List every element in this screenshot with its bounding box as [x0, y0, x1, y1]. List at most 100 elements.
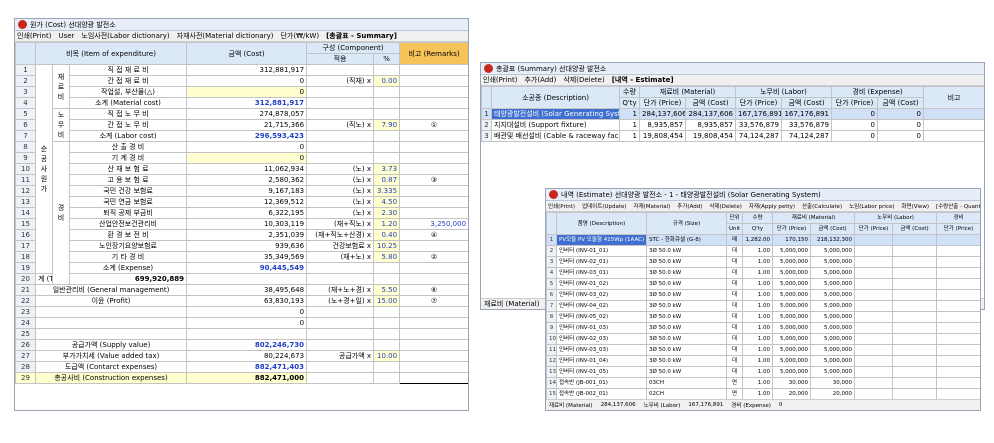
- remarks-cell[interactable]: ⑦: [399, 295, 468, 307]
- percent-input[interactable]: 5.50: [373, 284, 401, 296]
- remarks-cell[interactable]: [399, 163, 468, 175]
- menu-estimate[interactable]: [내역 - Estimate]: [612, 75, 674, 85]
- estimate-row[interactable]: 12 인버터 (INV-01_04) 3Ø 50.0 kW 대 1.00 5,000,00…: [546, 355, 980, 367]
- summary-row[interactable]: 2 지지대설비 (Support fixture) 1 8,935,857 8,935,…: [481, 119, 984, 131]
- remarks-cell[interactable]: ⑥: [399, 284, 468, 296]
- cost-row[interactable]: 15 산업안전보건관리비 10,303,119 (재+직노) x 1.20 3,250,0…: [15, 218, 468, 230]
- cost-row[interactable]: 1순 공 사 원 가재 료 비직 접 재 료 비 312,881,917: [15, 64, 468, 274]
- remarks-cell[interactable]: [373, 273, 401, 285]
- menu-unit-price[interactable]: 단가(₩/kW): [280, 31, 319, 41]
- estimate-row[interactable]: 8 인버터 (INV-05_02) 3Ø 50.0 kW 대 1.00 5,000,000…: [546, 311, 980, 323]
- description[interactable]: 인버터 (INV-05_02): [556, 311, 647, 323]
- percent-input[interactable]: [373, 86, 401, 98]
- remarks-cell[interactable]: [399, 361, 468, 373]
- description[interactable]: 인버터 (INV-03_02): [556, 289, 647, 301]
- cost-row[interactable]: 16 환 경 보 전 비 2,351,039 (재+직노+산경) x 0.40 ④: [15, 229, 468, 241]
- remarks-cell[interactable]: [399, 86, 468, 98]
- cost-row[interactable]: 9 기 계 경 비0: [15, 152, 468, 164]
- percent-input[interactable]: 4.50: [373, 196, 401, 208]
- cost-row[interactable]: 11 고 용 보 험 료 2,580,362 (노) x 0.87 ③: [15, 174, 468, 186]
- percent-input[interactable]: 15.00: [373, 295, 401, 307]
- menu-quantity-calculate[interactable]: [수량산출 - Quantity calculate]: [936, 202, 980, 210]
- percent-input[interactable]: [373, 361, 401, 373]
- summary-row[interactable]: 3배관및 배선설비 (Cable & raceway facilities)11…: [481, 130, 984, 142]
- percent-input[interactable]: 3.335: [373, 185, 401, 197]
- percent-input[interactable]: [373, 130, 401, 142]
- cost-row[interactable]: 22 이윤 (Profit) 63,830,193 (노+경+일) x 15.00 ⑦: [15, 295, 468, 307]
- estimate-row[interactable]: 7 인버터 (INV-04_02) 3Ø 50.0 kW 대 1.00 5,000,000…: [546, 300, 980, 312]
- description[interactable]: 접속반 (JB-004_01): [557, 411, 647, 412]
- percent-input[interactable]: 1.20: [373, 218, 401, 230]
- menu-material-dictionary[interactable]: 자재사전(Material dictionary): [177, 31, 274, 41]
- percent-input[interactable]: [373, 317, 401, 329]
- remarks-cell[interactable]: [399, 262, 468, 274]
- cost-row[interactable]: 4 소계 (Material cost) 312,881,917: [15, 97, 468, 109]
- estimate-row[interactable]: 13 인버터 (INV-01_05) 3Ø 50.0 kW 대 1.00 5,000,00…: [546, 366, 980, 378]
- percent-input[interactable]: 2.30: [373, 207, 401, 219]
- remarks-cell[interactable]: [399, 75, 468, 87]
- remarks-cell[interactable]: ④: [399, 229, 468, 241]
- cost-row[interactable]: 5 노 무 비직 접 노 무 비 274,878,057: [15, 108, 468, 142]
- remarks-cell[interactable]: [399, 328, 468, 340]
- percent-input[interactable]: 0.00: [373, 75, 401, 87]
- remarks-cell[interactable]: ①: [399, 119, 468, 131]
- menu-calculate[interactable]: 산출(Calculate): [802, 202, 842, 210]
- cost-window-titlebar[interactable]: 원가 (Cost) 선대양광 발전소: [15, 19, 468, 31]
- cost-row[interactable]: 17 노인장기요양보험료 939,636 건강보험료 x 10.25: [15, 240, 468, 252]
- description[interactable]: 접속반 (JB-002_01): [556, 388, 647, 400]
- estimate-row[interactable]: 1 PV모듈 PV 모듈형 415Wp (1AAC) STC - 한화큐셀 (G-8…: [546, 234, 980, 246]
- menu-delete[interactable]: 삭제(Delete): [563, 75, 604, 85]
- remarks-cell[interactable]: ②: [399, 251, 468, 263]
- percent-input[interactable]: 0.87: [373, 174, 401, 186]
- percent-input[interactable]: [373, 108, 401, 120]
- remarks-cell[interactable]: [399, 152, 468, 164]
- menu-labor-price[interactable]: 노임(Labor price): [849, 202, 894, 210]
- percent-input[interactable]: 5.80: [373, 251, 401, 263]
- summary-row[interactable]: 1태양광발전설비 (Solar Generating System)1284,1…: [481, 108, 984, 120]
- cost-row[interactable]: 24 0: [15, 317, 468, 329]
- percent-input[interactable]: [373, 372, 401, 384]
- description[interactable]: 인버터 (INV-01_02): [556, 278, 647, 290]
- percent-input[interactable]: [373, 152, 401, 164]
- estimate-row[interactable]: 6 인버터 (INV-03_02) 3Ø 50.0 kW 대 1.00 5,000,000…: [546, 289, 980, 301]
- description[interactable]: 인버터 (INV-02_01): [556, 256, 647, 268]
- percent-input[interactable]: [373, 141, 401, 153]
- description[interactable]: 인버터 (INV-01_04): [556, 355, 647, 367]
- description[interactable]: 인버터 (INV-01_03): [556, 322, 647, 334]
- menu-update[interactable]: 업데이트(Update): [582, 202, 626, 210]
- description[interactable]: 인버터 (INV-03_03): [556, 344, 647, 356]
- remarks-cell[interactable]: [399, 339, 468, 351]
- menu-view[interactable]: 화면(View): [902, 202, 929, 210]
- remarks-cell[interactable]: [399, 130, 468, 142]
- menu-labor-dictionary[interactable]: 노임사전(Labor dictionary): [81, 31, 169, 41]
- cost-row[interactable]: 6 간 접 노 무 비 21,715,366 (직노) x 7.90 ①: [15, 119, 468, 131]
- estimate-row[interactable]: 14 접속반 (JB-001_01) 03CH 면 1.00 30,000 30,000: [546, 377, 980, 389]
- menu-print[interactable]: 인쇄(Print): [548, 202, 575, 210]
- percent-input[interactable]: [373, 306, 401, 318]
- menu-user[interactable]: User: [58, 32, 74, 40]
- menu-print[interactable]: 인쇄(Print): [483, 75, 517, 85]
- description[interactable]: 배관및 배선설비 (Cable & raceway facilities): [491, 130, 620, 142]
- description[interactable]: 인버터 (INV-04_02): [556, 300, 647, 312]
- estimate-row[interactable]: 15 접속반 (JB-002_01) 02CH 면 1.00 20,000 20,000: [546, 388, 980, 400]
- description[interactable]: 인버터 (INV-03_01): [556, 267, 647, 279]
- estimate-row[interactable]: 11 인버터 (INV-03_03) 3Ø 50.0 kW 대 1.00 5,000,00…: [546, 344, 980, 356]
- description[interactable]: 인버터 (INV-01_05): [556, 366, 647, 378]
- cost-row[interactable]: 19 소계 (Expense) 90,445,549: [15, 262, 468, 274]
- cost-row[interactable]: 21 일반관리비 (General management) 38,495,648 (재…: [15, 284, 468, 296]
- remarks-cell[interactable]: [399, 207, 468, 219]
- remarks-cell[interactable]: [399, 350, 468, 362]
- percent-input[interactable]: 3.73: [373, 163, 401, 175]
- cost-row[interactable]: 8 경 비산 출 경 비0: [15, 141, 468, 285]
- cost-row[interactable]: 27 부가가치세 (Value added tax) 80,224,673 공급가액 …: [15, 350, 468, 362]
- estimate-window-titlebar[interactable]: 내역 (Estimate) 선대양광 발전소 - 1 - 태양광발전설비 (So…: [546, 189, 980, 201]
- summary-window-titlebar[interactable]: 총괄표 (Summary) 선대양광 발전소: [481, 63, 984, 75]
- menu-apply-petty[interactable]: 자재(Apply petty): [749, 202, 795, 210]
- remarks-cell[interactable]: [399, 240, 468, 252]
- cost-row[interactable]: 26 공급가액 (Supply value) 802,246,730: [15, 339, 468, 351]
- remarks-cell[interactable]: ③: [399, 174, 468, 186]
- menu-add[interactable]: 추가(Add): [677, 202, 702, 210]
- cost-row[interactable]: 3 작업설, 부산물(△) 0: [15, 86, 468, 98]
- percent-input[interactable]: 10.00: [373, 350, 401, 362]
- cost-row[interactable]: 28 도급액 (Contarct expenses) 882,471,403: [15, 361, 468, 373]
